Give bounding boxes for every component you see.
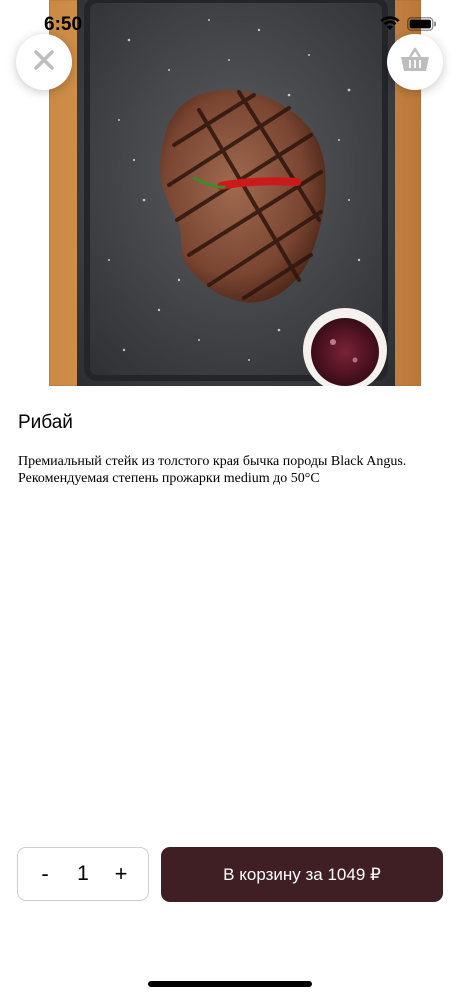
wifi-icon (380, 16, 400, 36)
product-image (49, 0, 421, 386)
close-icon (33, 49, 55, 76)
product-description: Премиальный стейк из толстого края бычка… (18, 454, 407, 486)
status-time: 6:50 (44, 14, 83, 35)
close-button[interactable] (16, 34, 72, 90)
add-to-cart-button[interactable]: В корзину за 1049 ₽ (161, 847, 443, 902)
add-to-cart-label: В корзину за 1049 ₽ (223, 864, 381, 884)
decrease-quantity-button[interactable]: - (34, 861, 56, 887)
basket-icon (399, 46, 431, 79)
quantity-stepper: - 1 + (17, 847, 149, 901)
status-bar: 6:50 (0, 0, 460, 48)
quantity-value: 1 (77, 862, 89, 885)
increase-quantity-button[interactable]: + (110, 861, 132, 887)
home-indicator (148, 981, 312, 987)
cart-button[interactable] (387, 34, 443, 90)
product-title: Рибай (18, 412, 73, 433)
